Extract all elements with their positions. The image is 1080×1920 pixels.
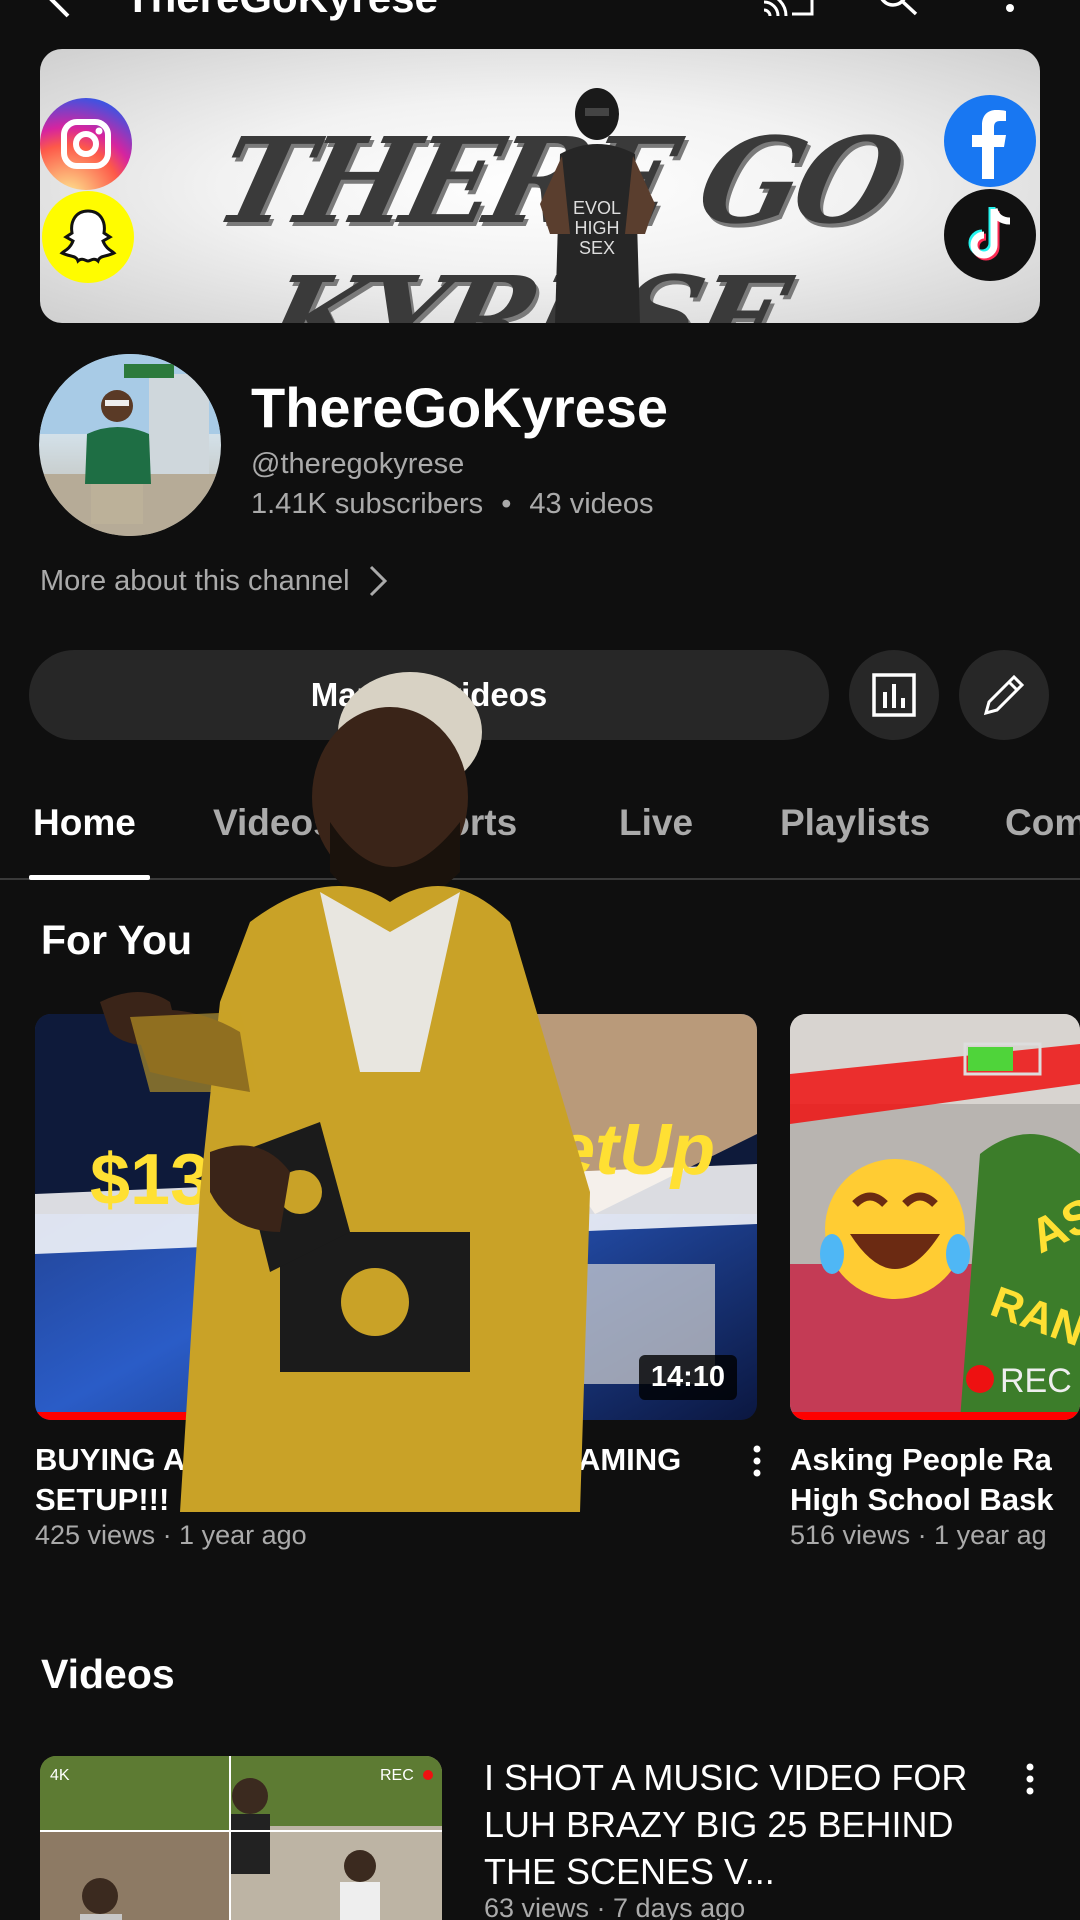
app-top-bar: ThereGoKyrese <box>0 0 1080 40</box>
more-vert-icon[interactable] <box>752 1444 762 1478</box>
channel-handle: @theregokyrese <box>251 448 465 480</box>
tab-live[interactable]: Live <box>619 802 693 844</box>
thumb-badge-4k: 4K <box>50 1767 70 1784</box>
video-thumbnail[interactable]: 4K REC <box>40 1756 442 1920</box>
snapchat-icon <box>42 191 134 283</box>
overlay-person-sticker <box>100 672 590 1512</box>
tab-community[interactable]: Com <box>1005 802 1080 844</box>
shirt-text-2: HIGH <box>575 218 620 238</box>
thumb3-rec-text: REC <box>1000 1362 1072 1400</box>
for-you-card-3-title-line1[interactable]: Asking People Ra <box>790 1440 1052 1480</box>
edit-pencil-icon <box>983 674 1025 716</box>
for-you-card-1-meta: 425 views · 1 year ago <box>35 1520 307 1550</box>
duration-badge: 14:10 <box>638 1355 737 1400</box>
channel-avatar[interactable] <box>39 354 221 536</box>
channel-stats: 1.41K subscribers • 43 videos <box>251 488 654 521</box>
search-icon[interactable] <box>876 0 920 16</box>
back-icon[interactable] <box>40 0 80 20</box>
top-bar-title: ThereGoKyrese <box>125 0 438 22</box>
more-about-channel-link[interactable]: More about this channel <box>40 564 388 598</box>
chevron-right-icon <box>369 565 387 597</box>
tiktok-icon <box>944 189 1036 281</box>
videos-heading: Videos <box>41 1651 175 1697</box>
cast-icon[interactable] <box>760 0 816 16</box>
channel-banner: THERE GO KYRESE EVOL HIGH SEX <box>40 49 1040 323</box>
shirt-text-3: SEX <box>579 238 615 258</box>
analytics-button[interactable] <box>849 650 939 740</box>
for-you-card-3-meta: 516 views · 1 year ag <box>790 1520 1047 1550</box>
tab-playlists[interactable]: Playlists <box>780 802 930 844</box>
more-vert-icon[interactable] <box>1000 0 1020 16</box>
more-about-label: More about this channel <box>40 564 350 597</box>
subscriber-count: 1.41K subscribers <box>251 488 484 520</box>
video-meta: 63 views · 7 days ago <box>484 1893 746 1920</box>
more-vert-icon[interactable] <box>1025 1762 1035 1796</box>
facebook-icon <box>944 95 1036 187</box>
analytics-icon <box>872 673 916 717</box>
thumbnail-image-3: AS RAND REC <box>790 1014 1080 1420</box>
instagram-icon <box>40 98 132 190</box>
banner-person-figure: EVOL HIGH SEX <box>540 88 655 323</box>
video-count: 43 videos <box>529 488 654 520</box>
watch-progress-bar-3 <box>790 1412 1080 1420</box>
for-you-thumbnail-3[interactable]: AS RAND REC <box>790 1014 1080 1420</box>
video-title[interactable]: I SHOT A MUSIC VIDEO FOR LUH BRAZY BIG 2… <box>484 1754 984 1895</box>
edit-channel-button[interactable] <box>959 650 1049 740</box>
stats-separator: • <box>501 488 512 520</box>
for-you-card-3-title-line2[interactable]: High School Bask <box>790 1480 1054 1520</box>
thumb-badge-rec: REC <box>380 1767 414 1784</box>
shirt-text-1: EVOL <box>573 198 621 218</box>
channel-name: ThereGoKyrese <box>251 376 669 439</box>
video-thumbnail-image: 4K REC <box>40 1756 442 1920</box>
